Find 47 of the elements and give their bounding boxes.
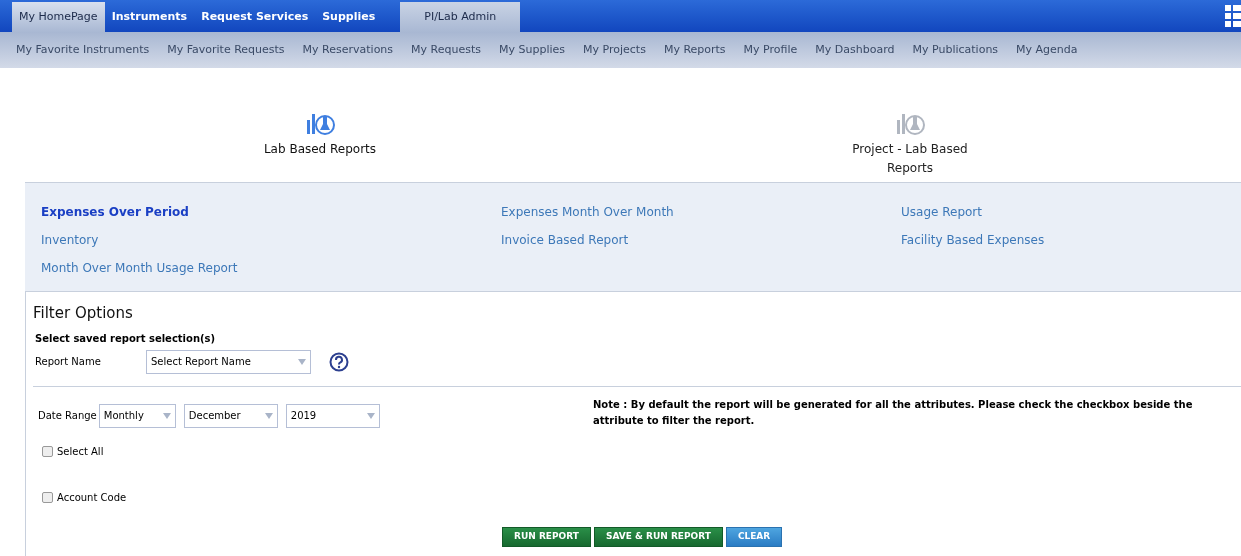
- note-text: Note : By default the report will be generated for all the attributes. Please check the checkbox beside the attribute to filter the report.: [593, 397, 1194, 428]
- nav-tab[interactable]: Instruments: [104, 2, 195, 32]
- report-link[interactable]: Usage Report: [901, 203, 982, 222]
- checkbox[interactable]: [42, 445, 53, 457]
- nav-tab[interactable]: Request Services: [194, 2, 316, 32]
- sub-nav-link[interactable]: My Agenda: [1016, 41, 1078, 59]
- date-range-dropdown[interactable]: December: [183, 403, 278, 428]
- checkbox-label: Account Code: [57, 490, 127, 505]
- caret-icon: [264, 412, 273, 419]
- sub-nav-link[interactable]: My Favorite Instruments: [16, 41, 150, 59]
- report-type-tab[interactable]: Project - Lab Based Reports: [615, 68, 1205, 182]
- sub-nav-link[interactable]: My Reservations: [302, 41, 394, 59]
- report-link[interactable]: Inventory: [41, 231, 99, 250]
- caret-icon: [298, 358, 306, 365]
- grid-menu-icon[interactable]: [1225, 5, 1241, 27]
- date-range-dropdown[interactable]: 2019: [285, 403, 380, 428]
- report-name-label: Report Name: [35, 355, 102, 369]
- sub-nav-link[interactable]: My Supplies: [499, 41, 566, 59]
- report-link[interactable]: Month Over Month Usage Report: [41, 259, 238, 278]
- report-link[interactable]: Expenses Month Over Month: [501, 203, 674, 222]
- report-type-tab[interactable]: Lab Based Reports: [25, 68, 615, 182]
- help-icon[interactable]: [329, 351, 349, 372]
- filter-title: Filter Options: [33, 303, 133, 324]
- report-link[interactable]: Invoice Based Report: [501, 231, 629, 250]
- checkbox-label: Select All: [57, 444, 104, 459]
- caret-icon: [162, 412, 171, 419]
- action-button[interactable]: RUN REPORT: [502, 526, 591, 547]
- report-link[interactable]: Expenses Over Period: [41, 203, 189, 222]
- sub-nav-link[interactable]: My Publications: [912, 41, 999, 59]
- date-range-label: Date Range: [38, 409, 97, 423]
- sub-nav-link[interactable]: My Favorite Requests: [167, 41, 285, 59]
- sub-nav-link[interactable]: My Profile: [743, 41, 798, 59]
- date-range-dropdown[interactable]: Monthly: [98, 403, 176, 428]
- checkbox[interactable]: [42, 491, 53, 503]
- report-name-dropdown[interactable]: Select Report Name: [146, 349, 311, 374]
- saved-selection-heading: Select saved report selection(s): [35, 331, 216, 346]
- action-button[interactable]: CLEAR: [725, 526, 783, 547]
- nav-tab[interactable]: My HomePage: [12, 2, 105, 32]
- nav-tab[interactable]: PI/Lab Admin: [400, 2, 521, 32]
- action-button[interactable]: SAVE & RUN REPORT: [593, 526, 723, 547]
- sub-nav-link[interactable]: My Dashboard: [815, 41, 895, 59]
- sub-nav-link[interactable]: My Reports: [663, 41, 726, 59]
- report-link[interactable]: Facility Based Expenses: [901, 231, 1045, 250]
- nav-tab[interactable]: Supplies: [315, 2, 383, 32]
- sub-nav-link[interactable]: My Requests: [411, 41, 481, 59]
- sub-nav-link[interactable]: My Projects: [583, 41, 646, 59]
- caret-icon: [366, 412, 375, 419]
